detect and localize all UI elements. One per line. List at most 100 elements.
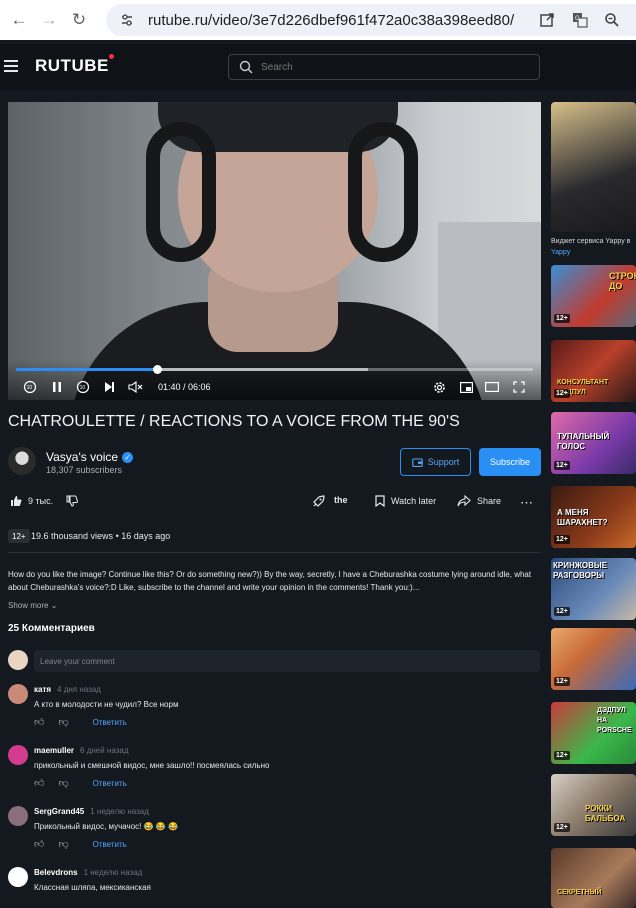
verified-icon: ✓ <box>122 451 134 463</box>
mute-icon[interactable] <box>127 379 145 395</box>
like-button[interactable]: 9 тыс. <box>10 495 53 507</box>
thumb-caption: А МЕНЯ ШАРАХНЕТ? <box>557 508 608 527</box>
recommended-video[interactable]: ДЭДПУЛ НА PORSCHE 12+ <box>551 702 636 764</box>
age-badge: 12+ <box>554 677 570 686</box>
reply-button[interactable]: Ответить <box>93 840 127 849</box>
open-in-new-icon[interactable] <box>537 10 557 30</box>
divider <box>8 552 541 553</box>
share-button[interactable]: Share <box>457 495 501 507</box>
show-more-label: Show more <box>8 601 49 610</box>
thumbs-up-icon[interactable]: 👍︎ <box>34 838 44 850</box>
comment-input[interactable]: Leave your comment <box>34 650 540 672</box>
comment-header: Belevdrons 1 неделю назад <box>34 868 142 877</box>
video-player[interactable]: 10 10 01:40 / 06:06 <box>8 102 541 400</box>
comment-user[interactable]: maemuller <box>34 746 74 755</box>
thumbs-up-icon[interactable]: 👍︎ <box>34 777 44 789</box>
comment-header: катя 4 дня назад <box>34 685 101 694</box>
channel-name[interactable]: Vasya's voice ✓ <box>46 450 134 464</box>
age-badge: 12+ <box>554 535 570 544</box>
thumbs-down-icon[interactable]: 👎︎ <box>58 716 68 728</box>
thumb-caption: СЕКРЕТНЫЙ <box>557 889 602 896</box>
watch-later-button[interactable]: Watch later <box>375 495 436 507</box>
pause-icon[interactable] <box>49 379 65 395</box>
thumbs-down-icon[interactable]: 👎︎ <box>58 777 68 789</box>
dislike-button[interactable] <box>66 495 78 507</box>
next-icon[interactable] <box>101 379 117 395</box>
support-button[interactable]: Support <box>400 448 471 476</box>
recommended-video[interactable]: А МЕНЯ ШАРАХНЕТ? 12+ <box>551 486 636 548</box>
progress-bar[interactable] <box>16 365 533 374</box>
comment-text: Классная шляпа, мексиканская <box>34 883 151 892</box>
channel-avatar[interactable] <box>8 447 36 475</box>
comment-user[interactable]: катя <box>34 685 51 694</box>
logo-text: RUTUBE <box>35 56 109 75</box>
recommended-video[interactable]: КРИНЖОВЫЕ РАЗГОВОРЫ 12+ <box>551 558 636 620</box>
rutube-logo[interactable]: RUTUBE <box>35 54 114 76</box>
frame-headphone-right <box>348 122 418 262</box>
settings-icon[interactable] <box>431 379 447 395</box>
comment-avatar[interactable] <box>8 684 28 704</box>
back-icon[interactable]: ← <box>8 9 30 31</box>
comment-user[interactable]: SergGrand45 <box>34 807 84 816</box>
rocket-icon <box>313 495 325 507</box>
age-badge: 12+ <box>554 607 570 616</box>
translate-icon[interactable]: G <box>570 10 590 30</box>
reload-icon[interactable]: ↻ <box>68 9 90 31</box>
thumbs-up-icon[interactable]: 👍︎ <box>34 716 44 728</box>
recommended-video[interactable]: КОНСУЛЬТАНТ ДЭДПУЛ 12+ <box>551 340 636 402</box>
recommended-video[interactable] <box>551 102 636 232</box>
thumb-caption: СТРОЮ ДО <box>609 271 636 291</box>
theater-mode-icon[interactable] <box>484 379 500 395</box>
comment-avatar[interactable] <box>8 867 28 887</box>
fullscreen-icon[interactable] <box>511 379 527 395</box>
forward-10-icon[interactable]: 10 <box>75 379 91 395</box>
forward-icon[interactable]: → <box>38 9 60 31</box>
recommended-video[interactable]: СЕКРЕТНЫЙ <box>551 848 636 908</box>
comment-time: 1 неделю назад <box>90 807 149 816</box>
support-label: Support <box>427 457 460 467</box>
search-box[interactable] <box>228 54 540 80</box>
site-info-icon[interactable] <box>118 11 136 29</box>
recommended-source[interactable]: Yappy <box>551 249 570 256</box>
chevron-down-icon: ⌄ <box>50 601 58 610</box>
recommended-video[interactable]: 12+ <box>551 628 636 690</box>
recommended-video[interactable]: СТРОЮ ДО 12+ <box>551 265 636 327</box>
svg-text:G: G <box>575 16 580 22</box>
comment-header: maemuller 6 дней назад <box>34 746 129 755</box>
bookmark-icon <box>375 495 385 507</box>
comment-avatar[interactable] <box>8 745 28 765</box>
rewind-10-icon[interactable]: 10 <box>22 379 38 395</box>
address-bar[interactable]: rutube.ru/video/3e7d226dbef961f472a0c38a… <box>106 4 636 36</box>
age-badge: 12+ <box>554 389 570 398</box>
comment-avatar[interactable] <box>8 806 28 826</box>
watch-later-label: Watch later <box>391 496 437 506</box>
progress-played <box>16 368 158 371</box>
reply-button[interactable]: Ответить <box>93 718 127 727</box>
show-more-link[interactable]: Show more ⌄ <box>8 601 57 610</box>
svg-text:10: 10 <box>80 385 86 391</box>
upload-date: 16 days ago <box>121 531 171 541</box>
comment-header: SergGrand45 1 неделю назад <box>34 807 149 816</box>
like-count: 9 тыс. <box>28 496 54 506</box>
reply-button[interactable]: Ответить <box>93 779 127 788</box>
subscribe-button[interactable]: Subscribe <box>479 448 541 476</box>
miniplayer-icon[interactable] <box>458 379 474 395</box>
thumbs-down-icon[interactable]: 👎︎ <box>58 838 68 850</box>
comment-time: 1 неделю назад <box>83 868 143 877</box>
recommended-caption[interactable]: Виджет сервиса Yappy в <box>551 238 630 245</box>
rocket-button[interactable] <box>311 495 325 509</box>
more-options-icon[interactable]: ⋯ <box>520 495 534 511</box>
subscribe-label: Subscribe <box>489 457 531 467</box>
recommended-video[interactable]: РОККИ БАЛЬБОА 12+ <box>551 774 636 836</box>
search-input[interactable] <box>261 61 521 73</box>
comment-actions: 👍︎ 👎︎ Ответить <box>34 838 127 850</box>
menu-icon[interactable] <box>4 60 18 72</box>
view-count: 19.6 thousand views <box>31 531 114 541</box>
zoom-icon[interactable] <box>602 10 622 30</box>
thumb-caption: РОККИ БАЛЬБОА <box>585 804 626 823</box>
time-display: 01:40 / 06:06 <box>158 382 211 392</box>
recommended-video[interactable]: ТУПАЛЬНЫЙ ГОЛОС 12+ <box>551 412 636 474</box>
comment-user[interactable]: Belevdrons <box>34 868 78 877</box>
share-fragment-text: the <box>334 495 348 505</box>
channel-name-text: Vasya's voice <box>46 450 119 464</box>
